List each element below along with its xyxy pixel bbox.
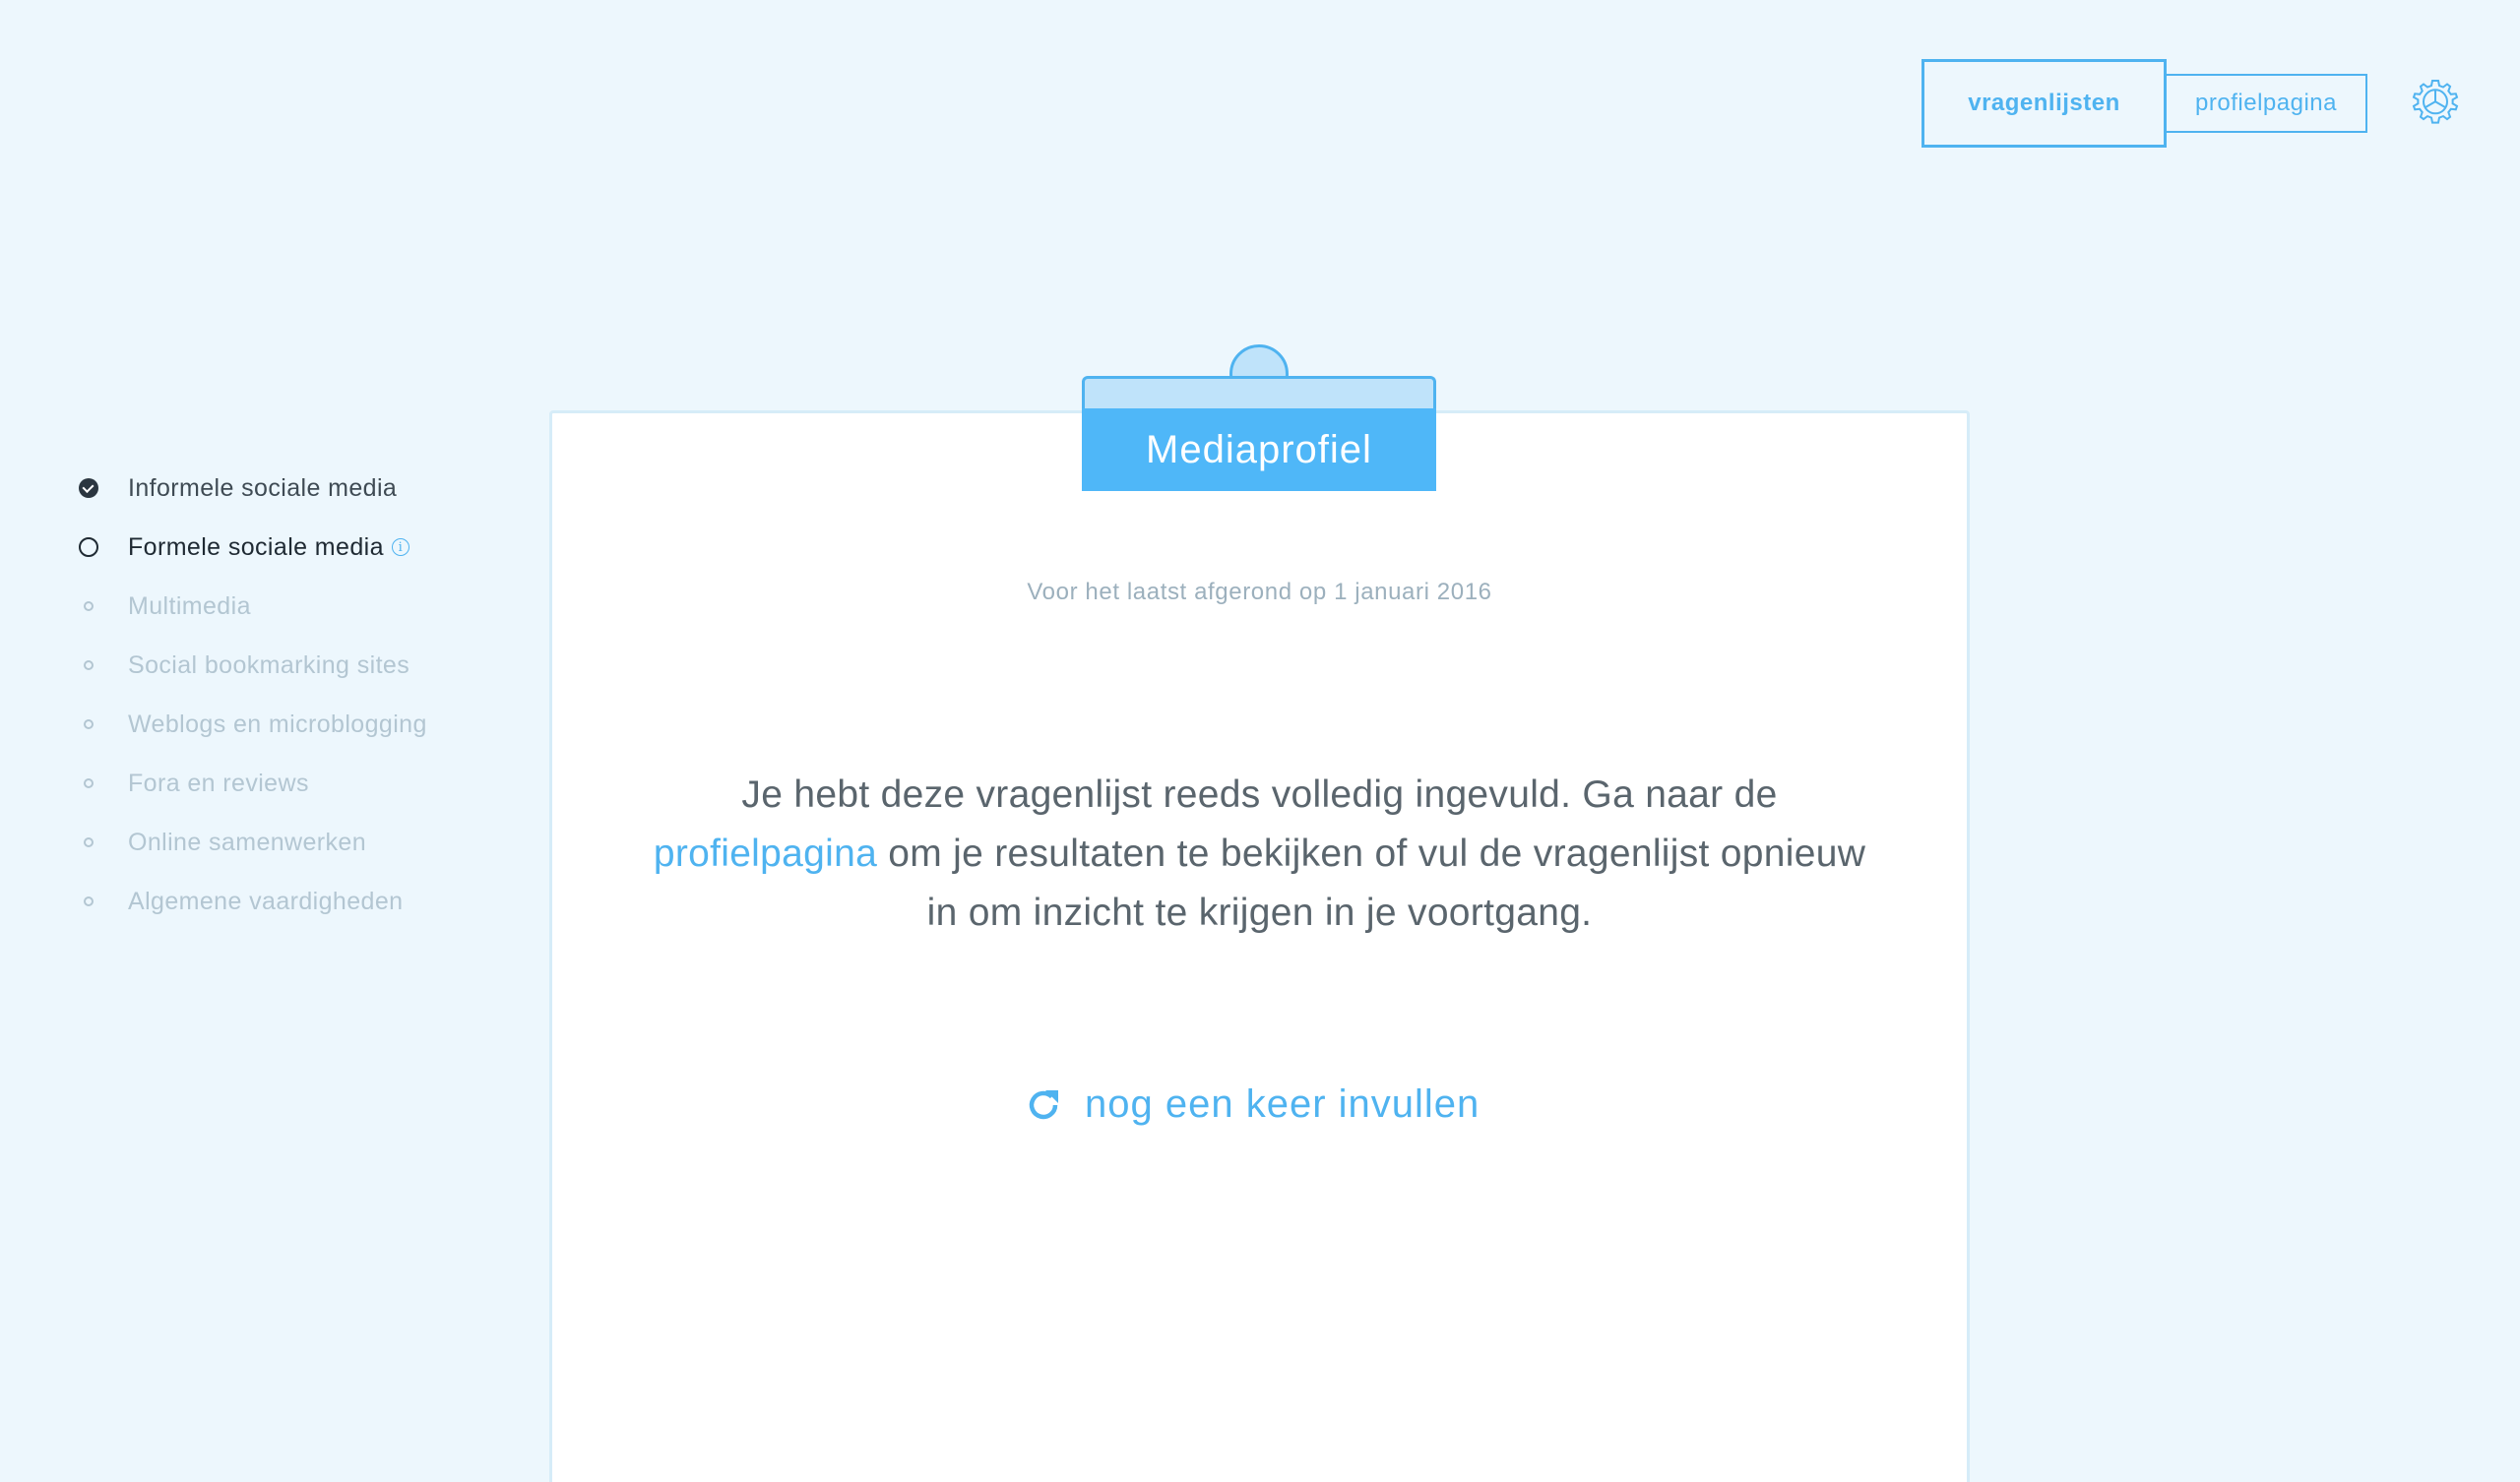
small-circle-icon bbox=[84, 778, 94, 788]
sidebar: Informele sociale media Formele sociale … bbox=[79, 459, 427, 931]
message-text: om je resultaten te bekijken of vul de v… bbox=[877, 833, 1866, 934]
sidebar-item-fora-en-reviews[interactable]: Fora en reviews bbox=[84, 754, 427, 813]
sidebar-item-informele-sociale-media[interactable]: Informele sociale media bbox=[79, 459, 427, 518]
sidebar-item-online-samenwerken[interactable]: Online samenwerken bbox=[84, 813, 427, 872]
sidebar-item-label: Algemene vaardigheden bbox=[128, 887, 404, 915]
sidebar-item-social-bookmarking-sites[interactable]: Social bookmarking sites bbox=[84, 636, 427, 695]
sidebar-item-algemene-vaardigheden[interactable]: Algemene vaardigheden bbox=[84, 872, 427, 931]
refresh-icon bbox=[1029, 1089, 1058, 1119]
sidebar-item-label: Social bookmarking sites bbox=[128, 650, 410, 679]
sidebar-item-label: Formele sociale media bbox=[128, 532, 384, 561]
sidebar-item-multimedia[interactable]: Multimedia bbox=[84, 577, 427, 636]
check-circle-icon bbox=[79, 478, 98, 498]
page: vragenlijsten profielpagina Informele so… bbox=[0, 0, 2520, 1482]
card-title: Mediaprofiel bbox=[1082, 408, 1436, 491]
last-completed-date: Voor het laatst afgerond op 1 januari 20… bbox=[1027, 579, 1492, 605]
small-circle-icon bbox=[84, 837, 94, 847]
small-circle-icon bbox=[84, 896, 94, 906]
sidebar-item-formele-sociale-media[interactable]: Formele sociale media i bbox=[79, 518, 427, 577]
sidebar-item-label: Online samenwerken bbox=[128, 828, 367, 856]
nav-vragenlijsten-button[interactable]: vragenlijsten bbox=[1922, 59, 2167, 148]
sidebar-item-label: Fora en reviews bbox=[128, 769, 309, 797]
sidebar-item-label: Informele sociale media bbox=[128, 473, 398, 502]
sidebar-item-weblogs-en-microblogging[interactable]: Weblogs en microblogging bbox=[84, 695, 427, 754]
nav-profielpagina-button[interactable]: profielpagina bbox=[2165, 74, 2367, 133]
redo-label: nog een keer invullen bbox=[1085, 1082, 1480, 1126]
small-circle-icon bbox=[84, 601, 94, 611]
redo-questionnaire-button[interactable]: nog een keer invullen bbox=[1024, 1082, 1480, 1127]
message-text: Je hebt deze vragenlijst reeds volledig … bbox=[741, 773, 1778, 816]
questionnaire-card bbox=[549, 410, 1970, 1482]
info-icon[interactable]: i bbox=[391, 538, 410, 556]
profielpagina-link[interactable]: profielpagina bbox=[654, 833, 877, 875]
sidebar-item-label: Multimedia bbox=[128, 591, 251, 620]
small-circle-icon bbox=[84, 719, 94, 729]
completion-message: Je hebt deze vragenlijst reeds volledig … bbox=[648, 766, 1871, 943]
top-nav: vragenlijsten profielpagina bbox=[1922, 59, 2367, 148]
circle-outline-icon bbox=[79, 537, 98, 557]
small-circle-icon bbox=[84, 660, 94, 670]
sidebar-item-label: Weblogs en microblogging bbox=[128, 710, 427, 738]
gear-icon[interactable] bbox=[2411, 78, 2460, 127]
